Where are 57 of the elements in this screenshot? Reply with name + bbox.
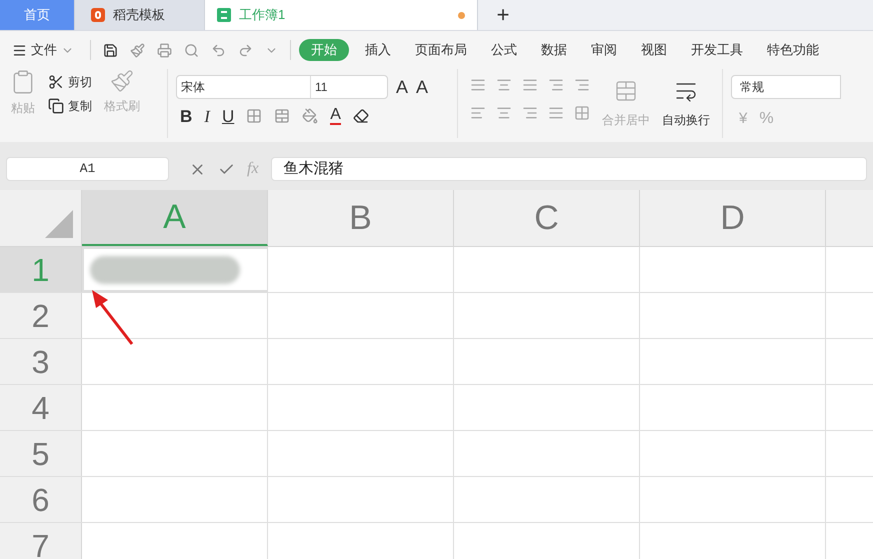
indent-increase-icon[interactable] [574, 77, 590, 93]
file-menu[interactable]: 文件 [12, 40, 82, 60]
cell-reference-field[interactable]: A1 [6, 157, 169, 181]
ribbon-tab[interactable]: 审阅 [587, 40, 621, 60]
redo-icon[interactable] [238, 42, 253, 58]
row-header[interactable]: 2 [0, 293, 82, 338]
indent-decrease-icon[interactable] [548, 77, 564, 93]
align-center-icon[interactable] [496, 105, 512, 121]
number-format-field[interactable]: 常规 [731, 75, 841, 99]
ribbon-tab[interactable]: 公式 [487, 40, 521, 60]
scissors-icon [48, 74, 64, 90]
column-header[interactable]: B [268, 190, 454, 246]
font-style-button[interactable]: I [204, 108, 210, 124]
align-top-icon[interactable] [470, 77, 486, 93]
fill-color-icon[interactable] [302, 108, 318, 124]
cell-style-icon[interactable] [274, 108, 290, 124]
ribbon-tab[interactable]: 页面布局 [411, 40, 471, 60]
font-color-button[interactable]: A [330, 107, 341, 125]
font-grow-button[interactable]: A [396, 78, 408, 96]
align-bottom-icon[interactable] [522, 77, 538, 93]
brush-icon[interactable] [130, 42, 145, 58]
ribbon-tab[interactable]: 视图 [637, 40, 671, 60]
align-left-icon[interactable] [470, 105, 486, 121]
paintbrush-icon [110, 69, 134, 93]
justify-icon[interactable] [548, 105, 564, 121]
row-header[interactable]: 5 [0, 431, 82, 476]
font-shrink-button[interactable]: A [416, 78, 428, 96]
row-header[interactable]: 3 [0, 339, 82, 384]
copy-icon [48, 98, 64, 114]
spreadsheet-logo-icon [217, 8, 231, 22]
row-header[interactable]: 4 [0, 385, 82, 430]
column-header[interactable]: C [454, 190, 640, 246]
border-icon[interactable] [246, 108, 262, 124]
merge-cells-icon [614, 79, 638, 103]
menu-icon [12, 42, 27, 58]
print-icon[interactable] [157, 42, 172, 58]
formula-input-field[interactable]: 鱼木混猪 [270, 157, 867, 181]
ribbon-tab[interactable]: 特色功能 [763, 40, 823, 60]
column-header[interactable]: D [640, 190, 826, 246]
align-right-icon[interactable] [522, 105, 538, 121]
eraser-icon[interactable] [352, 108, 369, 124]
row-header[interactable]: 7 [0, 523, 82, 559]
undo-icon[interactable] [211, 42, 226, 58]
save-icon[interactable] [103, 42, 118, 58]
font-style-button[interactable]: U [222, 108, 234, 124]
copy-button[interactable]: 复制 [48, 97, 92, 115]
new-tab-button[interactable]: + [478, 0, 528, 30]
document-tab[interactable]: 稻壳模板 [75, 0, 205, 30]
ribbon-tab[interactable]: 开发工具 [687, 40, 747, 60]
font-style-button[interactable]: B [180, 108, 192, 124]
preview-icon[interactable] [184, 42, 199, 58]
row-header[interactable]: 6 [0, 477, 82, 522]
cut-button[interactable]: 剪切 [48, 73, 92, 91]
ribbon-tab[interactable]: 数据 [537, 40, 571, 60]
wrap-text-button[interactable]: 自动换行 [662, 77, 710, 129]
align-middle-icon[interactable] [496, 77, 512, 93]
ribbon-tab[interactable]: 插入 [361, 40, 395, 60]
